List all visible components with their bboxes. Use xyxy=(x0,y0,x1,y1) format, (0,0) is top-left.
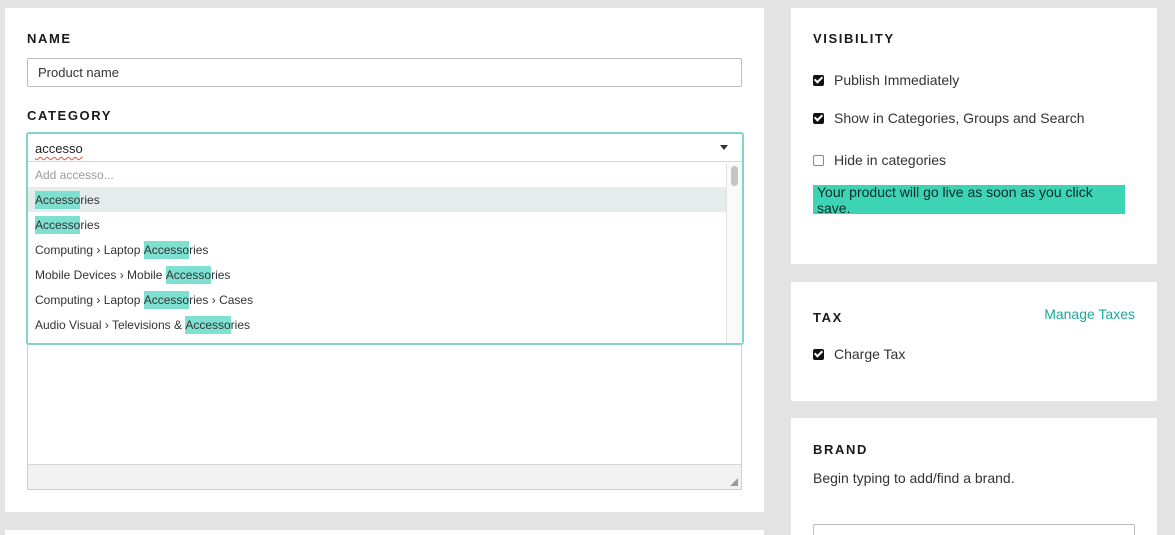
brand-panel: BRAND Begin typing to add/find a brand. xyxy=(791,418,1157,535)
hide-in-categories-checkbox[interactable] xyxy=(813,154,824,166)
match-highlight: Accesso xyxy=(35,215,81,234)
category-option[interactable]: Computing › Laptop Accesso ries xyxy=(28,237,726,262)
resize-handle-icon[interactable] xyxy=(730,478,738,486)
category-heading: CATEGORY xyxy=(27,108,113,123)
match-highlight: Accesso xyxy=(143,290,190,309)
match-highlight: Accesso xyxy=(143,240,190,259)
charge-tax-label: Charge Tax xyxy=(834,346,906,362)
match-highlight: Accesso xyxy=(35,190,81,209)
match-highlight: Accesso xyxy=(185,315,231,334)
brand-input[interactable] xyxy=(813,524,1135,535)
brand-heading: BRAND xyxy=(813,442,868,457)
visibility-heading: VISIBILITY xyxy=(813,31,895,46)
manage-taxes-link[interactable]: Manage Taxes xyxy=(1044,306,1135,322)
tax-panel: TAX Manage Taxes Charge Tax xyxy=(791,282,1157,401)
tax-heading: TAX xyxy=(813,310,843,325)
category-option[interactable]: Accesso ries xyxy=(28,212,726,237)
show-in-categories-checkbox[interactable] xyxy=(813,112,824,124)
show-in-categories-option[interactable]: Show in Categories, Groups and Search xyxy=(813,110,1085,126)
charge-tax-option[interactable]: Charge Tax xyxy=(813,346,905,362)
visibility-panel: VISIBILITY Publish Immediately Show in C… xyxy=(791,8,1157,264)
category-search-input[interactable]: accesso xyxy=(35,141,83,156)
brand-helper-text: Begin typing to add/find a brand. xyxy=(813,470,1015,486)
scrollbar-thumb[interactable] xyxy=(731,166,738,186)
show-in-categories-label: Show in Categories, Groups and Search xyxy=(834,110,1085,126)
hide-in-categories-option[interactable]: Hide in categories xyxy=(813,152,946,168)
chevron-up-icon[interactable] xyxy=(720,145,728,150)
category-option[interactable]: Mobile Devices › Mobile Accesso ries xyxy=(28,262,726,287)
hide-in-categories-label: Hide in categories xyxy=(834,152,947,168)
product-details-panel: NAME Product name CATEGORY accesso Add a… xyxy=(5,8,764,512)
publish-label: Publish Immediately xyxy=(834,72,960,88)
publish-checkbox[interactable] xyxy=(813,74,824,86)
options-scrollbar[interactable] xyxy=(726,163,742,343)
category-option[interactable]: Accesso ries xyxy=(28,187,726,212)
category-option[interactable]: Computing › Laptop Accesso ries › Cases xyxy=(28,287,726,312)
charge-tax-checkbox[interactable] xyxy=(813,348,824,360)
editor-status-bar xyxy=(28,464,741,489)
category-search[interactable]: accesso xyxy=(28,134,742,162)
visibility-notice: Your product will go live as soon as you… xyxy=(813,184,1125,216)
next-panel xyxy=(5,530,764,535)
add-category-option[interactable]: Add accesso... xyxy=(28,163,726,187)
category-option[interactable]: Audio Visual › Televisions & Accesso ries xyxy=(28,312,726,337)
name-heading: NAME xyxy=(27,31,72,46)
category-options-list: Add accesso... Accesso ries Accesso ries C… xyxy=(28,163,726,343)
product-name-input[interactable]: Product name xyxy=(27,58,742,87)
category-combobox[interactable]: accesso Add accesso... Accesso ries Acces… xyxy=(26,132,744,345)
publish-immediately-option[interactable]: Publish Immediately xyxy=(813,72,959,88)
match-highlight: Accesso xyxy=(165,265,212,284)
